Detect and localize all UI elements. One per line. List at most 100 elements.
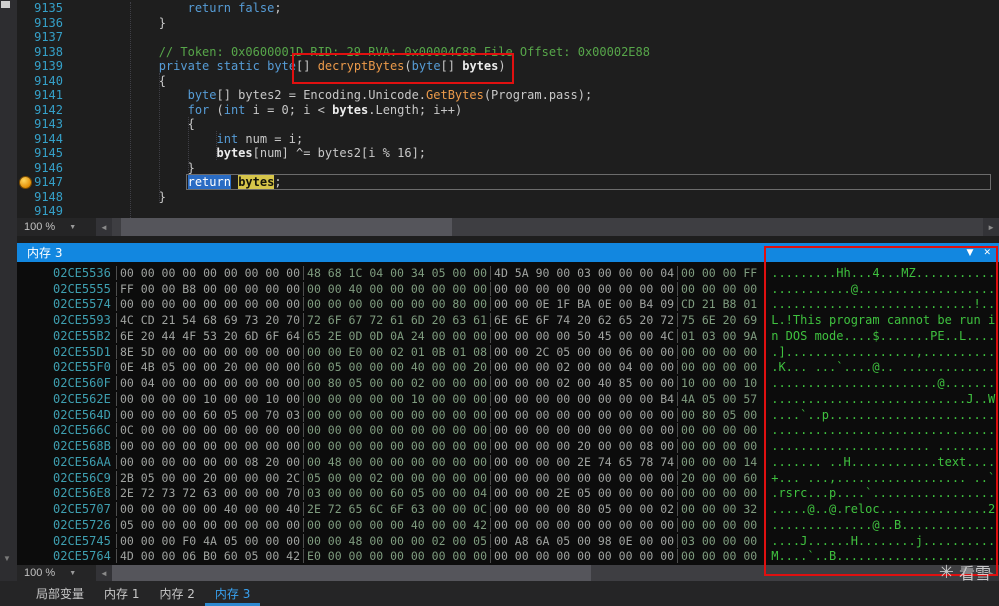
memory-hex-group: 00 00 00 00 00 00 00 00 00: [303, 439, 487, 454]
memory-row[interactable]: 02CE56AA 00 00 00 00 00 00 08 20 00 00 48 …: [53, 454, 999, 470]
code-line[interactable]: 9142 for (int i = 0; i < bytes.Length; i…: [17, 103, 999, 118]
breakpoint-gutter[interactable]: [17, 146, 33, 161]
scroll-right-icon[interactable]: ►: [983, 223, 999, 232]
memory-zoom-combo[interactable]: 100 % ▼: [17, 567, 96, 579]
scroll-left-icon[interactable]: ◄: [96, 223, 112, 232]
memory-row[interactable]: 02CE5536 00 00 00 00 00 00 00 00 00 48 68 …: [53, 265, 999, 281]
memory-row[interactable]: 02CE5574 00 00 00 00 00 00 00 00 00 00 00 …: [53, 297, 999, 313]
memory-row[interactable]: 02CE5555 FF 00 00 B8 00 00 00 00 00 00 00 …: [53, 281, 999, 297]
memory-row[interactable]: 02CE5745 00 00 00 F0 4A 05 00 00 00 00 00 …: [53, 533, 999, 549]
code-line[interactable]: 9146 }: [17, 161, 999, 176]
memory-hex-group: 00 00 00 00: [677, 486, 757, 501]
memory-row[interactable]: 02CE566C 0C 00 00 00 00 00 00 00 00 00 00 …: [53, 423, 999, 439]
code-line[interactable]: 9147 return bytes;: [17, 174, 999, 190]
tab-memory-3[interactable]: 内存 3: [204, 581, 261, 606]
scrollbar-track[interactable]: [111, 565, 984, 581]
code-token: (: [209, 102, 224, 117]
scroll-left-icon[interactable]: ◄: [96, 569, 112, 578]
breakpoint-gutter[interactable]: [17, 16, 33, 31]
breakpoint-gutter[interactable]: [17, 190, 33, 205]
memory-address: 02CE5574: [53, 297, 111, 312]
code-line[interactable]: 9144 int num = i;: [17, 132, 999, 147]
code-line[interactable]: 9139 private static byte[] decryptBytes(…: [17, 59, 999, 74]
memory-hex-group: 00 00 00 02 00 40 85 00 00: [490, 376, 674, 391]
code-line[interactable]: 9141 byte[] bytes2 = Encoding.Unicode.Ge…: [17, 88, 999, 103]
memory-ascii: .K... ...`....@.. .............: [771, 360, 996, 375]
window-menu-icon[interactable]: ▼: [967, 248, 974, 258]
chevron-down-icon: ▼: [69, 223, 77, 231]
code-token: ;: [274, 1, 282, 15]
memory-ascii: .rsrc...p....`.................: [771, 486, 996, 501]
memory-row[interactable]: 02CE5764 4D 00 00 06 B0 60 05 00 42 E0 00 …: [53, 549, 999, 565]
breakpoint-gutter[interactable]: [17, 175, 33, 190]
editor-zoom-combo[interactable]: 100 % ▼: [17, 221, 96, 233]
memory-hex-group: 00 A8 6A 05 00 98 0E 00 00: [490, 533, 674, 548]
memory-row[interactable]: 02CE562E 00 00 00 00 10 00 00 10 00 00 00 …: [53, 391, 999, 407]
scrollbar-thumb[interactable]: [120, 218, 452, 236]
line-number: 9147: [34, 175, 63, 189]
tab-memory-2[interactable]: 内存 2: [149, 581, 204, 606]
memory-row[interactable]: 02CE5726 05 00 00 00 00 00 00 00 00 00 00 …: [53, 517, 999, 533]
memory-row[interactable]: 02CE56C9 2B 05 00 00 20 00 00 00 2C 05 00 …: [53, 470, 999, 486]
breakpoint-gutter[interactable]: [17, 1, 33, 16]
code-line[interactable]: 9149: [17, 204, 999, 219]
memory-hex-group: 00 00 00 00 00 40 00 00 42: [303, 517, 487, 532]
breakpoint-gutter[interactable]: [17, 161, 33, 176]
memory-hex-group: 00 00 00 02 00 00 04 00 00: [490, 360, 674, 375]
memory-panel-titlebar[interactable]: 内存 3 ▼ ✕: [17, 243, 999, 262]
memory-horizontal-scrollbar[interactable]: ◄ ►: [96, 565, 999, 581]
memory-ascii: ...............................: [771, 423, 996, 438]
memory-row[interactable]: 02CE568B 00 00 00 00 00 00 00 00 00 00 00 …: [53, 438, 999, 454]
breakpoint-gutter[interactable]: [17, 74, 33, 89]
memory-rows[interactable]: 02CE5536 00 00 00 00 00 00 00 00 00 48 68 …: [17, 262, 999, 564]
tab-memory-1[interactable]: 内存 1: [94, 581, 149, 606]
breakpoint-gutter[interactable]: [17, 45, 33, 60]
memory-address: 02CE5764: [53, 549, 111, 564]
splitter-arrow-icon[interactable]: ▼: [3, 554, 11, 563]
memory-zoom-value: 100 %: [24, 567, 56, 579]
code-editor-lines[interactable]: 9135 return false; 9136 } 9137 9138 // Toke…: [17, 1, 999, 219]
memory-row[interactable]: 02CE55B2 6E 20 44 4F 53 20 6D 6F 64 65 2E …: [53, 328, 999, 344]
code-line[interactable]: 9148 }: [17, 190, 999, 205]
breakpoint-gutter[interactable]: [17, 59, 33, 74]
code-line[interactable]: 9138 // Token: 0x0600001D RID: 29 RVA: 0…: [17, 45, 999, 60]
code-line[interactable]: 9137: [17, 30, 999, 45]
memory-row[interactable]: 02CE56E8 2E 72 73 72 63 00 00 00 70 03 00 …: [53, 486, 999, 502]
code-line[interactable]: 9135 return false;: [17, 1, 999, 16]
memory-address: 02CE564D: [53, 407, 111, 422]
code-line[interactable]: 9143 {: [17, 117, 999, 132]
memory-row[interactable]: 02CE5707 00 00 00 00 00 40 00 00 40 2E 72 …: [53, 501, 999, 517]
memory-row[interactable]: 02CE55D1 8E 5D 00 00 00 00 00 00 00 00 00 …: [53, 344, 999, 360]
code-line[interactable]: 9136 }: [17, 16, 999, 31]
memory-hex-group: 48 68 1C 04 00 34 05 00 00: [303, 265, 487, 280]
breakpoint-gutter[interactable]: [17, 103, 33, 118]
code-line[interactable]: 9145 bytes[num] ^= bytes2[i % 16];: [17, 146, 999, 161]
editor-horizontal-scrollbar[interactable]: ◄ ►: [96, 218, 999, 236]
scrollbar-thumb[interactable]: [111, 565, 592, 581]
breakpoint-gutter[interactable]: [17, 30, 33, 45]
memory-address: 02CE56E8: [53, 486, 111, 501]
breakpoint-gutter[interactable]: [17, 88, 33, 103]
code-line[interactable]: 9140 {: [17, 74, 999, 89]
scrollbar-track[interactable]: [111, 218, 984, 236]
breakpoint-gutter[interactable]: [17, 132, 33, 147]
memory-hex-group: 00 00 00 00 00 00 00 80 00: [303, 297, 487, 312]
memory-hex-group: 2E 72 65 6C 6F 63 00 00 0C: [303, 502, 487, 517]
memory-hex-group: 00 00 00 00 00 00 00 00 00: [116, 265, 300, 280]
breakpoint-gutter[interactable]: [17, 204, 33, 219]
memory-hex-group: 00 00 0E 1F BA 0E 00 B4 09: [490, 297, 674, 312]
memory-row[interactable]: 02CE564D 00 00 00 00 60 05 00 70 03 00 00 …: [53, 407, 999, 423]
memory-hex-group: 00 00 00 00 00 00 08 20 00: [116, 454, 300, 469]
close-icon[interactable]: ✕: [983, 248, 991, 258]
line-number: 9146: [34, 160, 63, 175]
memory-hex-group: 0E 4B 05 00 00 20 00 00 00: [116, 360, 300, 375]
memory-hex-group: 00 00 00 2E 05 00 00 00 00: [490, 486, 674, 501]
line-number: 9143: [34, 117, 63, 131]
tab-locals[interactable]: 局部变量: [26, 581, 94, 606]
memory-row[interactable]: 02CE560F 00 04 00 00 00 00 00 00 00 00 80 …: [53, 375, 999, 391]
breakpoint-gutter[interactable]: [17, 117, 33, 132]
memory-row[interactable]: 02CE5593 4C CD 21 54 68 69 73 20 70 72 6F …: [53, 312, 999, 328]
code-token: [] bytes2 = Encoding.Unicode.: [216, 88, 427, 102]
memory-row[interactable]: 02CE55F0 0E 4B 05 00 00 20 00 00 00 60 05 …: [53, 360, 999, 376]
